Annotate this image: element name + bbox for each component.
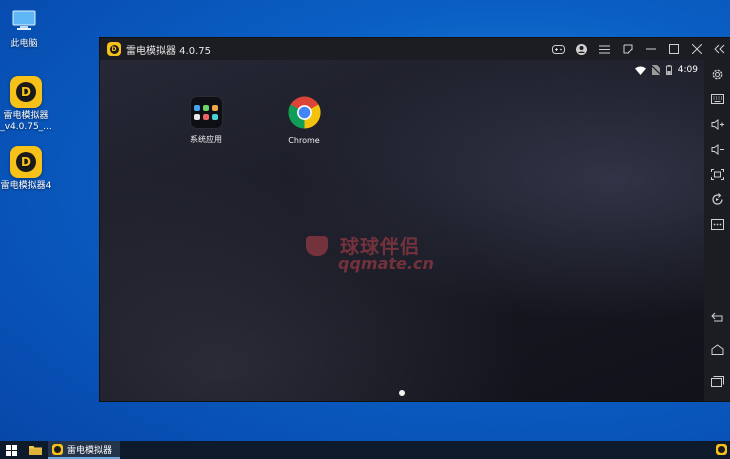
tray-ldplayer[interactable] [716,444,727,455]
home-button[interactable] [704,338,730,360]
folder-grid-icon [189,96,223,129]
desktop-icon-ldplayer-installer[interactable]: D 雷电模拟器 _v4.0.75_... [0,76,56,133]
resize-icon [623,44,632,54]
ldplayer-logo-icon: D [107,42,121,56]
app-system-apps[interactable]: 系统应用 [176,96,236,145]
ldplayer-tray-icon [716,444,727,455]
window-title: 雷电模拟器 4.0.75 [126,45,211,57]
ldplayer-icon: D [10,76,42,108]
collapse-sidebar-button[interactable] [708,38,730,60]
taskbar: 雷电模拟器 [0,441,730,459]
back-icon [711,312,723,322]
folder-icon [28,446,42,455]
screenshot-button[interactable] [704,163,730,185]
volume-up-button[interactable] [704,113,730,135]
taskbar-app-ldplayer[interactable]: 雷电模拟器 [48,441,121,459]
computer-icon [12,10,36,30]
gamepad-button[interactable] [547,38,570,60]
desktop-icon-label-line2: _v4.0.75_... [0,122,52,132]
chrome-icon [287,96,321,129]
settings-icon [712,69,723,79]
keyboard-icon [711,94,724,104]
start-button[interactable] [0,441,22,459]
desktop-icon-this-pc[interactable]: 此电脑 [0,10,54,50]
close-button[interactable] [685,38,708,60]
desktop-icon-label: 雷电模拟器4 [0,181,52,191]
home-page-indicator [399,390,405,396]
resize-button[interactable] [616,38,639,60]
menu-button[interactable] [593,38,616,60]
maximize-icon [668,44,679,54]
more-button[interactable] [704,213,730,235]
account-button[interactable] [570,38,593,60]
title-bar[interactable]: D 雷电模拟器 4.0.75 [100,38,730,60]
file-explorer-button[interactable] [22,441,48,459]
desktop-icon-ldplayer4[interactable]: D 雷电模拟器4 [0,146,56,192]
user-icon [576,43,587,55]
ldplayer-icon: D [10,146,42,178]
emulator-window: D 雷电模拟器 4.0.75 4:09 系统应用 Chrome 球球伴侣 qqm… [99,37,730,402]
windows-logo-icon [5,444,17,456]
android-screen[interactable]: 4:09 系统应用 Chrome 球球伴侣 qqmate.cn [100,60,704,401]
volume-down-icon [711,143,724,155]
wifi-icon [634,66,646,75]
battery-icon [665,65,672,75]
settings-button[interactable] [704,63,730,85]
back-button[interactable] [704,306,730,328]
watermark-logo-icon [306,236,328,256]
app-label: 系统应用 [190,135,222,144]
watermark-en: qqmate.cn [338,254,434,273]
more-icon [711,218,724,230]
desktop-icon-label: 此电脑 [10,39,38,49]
keyboard-button[interactable] [704,88,730,110]
rotate-icon [712,192,723,205]
ldplayer-icon [52,443,63,455]
taskbar-app-label: 雷电模拟器 [67,445,113,456]
collapse-icon [714,44,725,54]
volume-up-icon [711,118,724,130]
emulator-toolbar [704,60,730,401]
screenshot-icon [711,168,724,180]
app-label: Chrome [288,136,320,145]
android-status-bar: 4:09 [634,63,698,77]
no-sim-icon [651,65,660,75]
close-icon [691,44,702,54]
home-icon [711,343,724,355]
recents-icon [711,375,724,387]
app-chrome[interactable]: Chrome [274,96,334,145]
gamepad-icon [552,44,565,54]
menu-icon [599,45,610,53]
desktop-icon-label: 雷电模拟器 [3,111,49,121]
recents-button[interactable] [704,370,730,392]
window-controls [547,38,730,60]
watermark: 球球伴侣 qqmate.cn [300,230,450,280]
rotate-button[interactable] [704,188,730,210]
volume-down-button[interactable] [704,138,730,160]
minimize-button[interactable] [639,38,662,60]
minimize-icon [645,48,656,50]
maximize-button[interactable] [662,38,685,60]
status-time: 4:09 [677,65,698,75]
